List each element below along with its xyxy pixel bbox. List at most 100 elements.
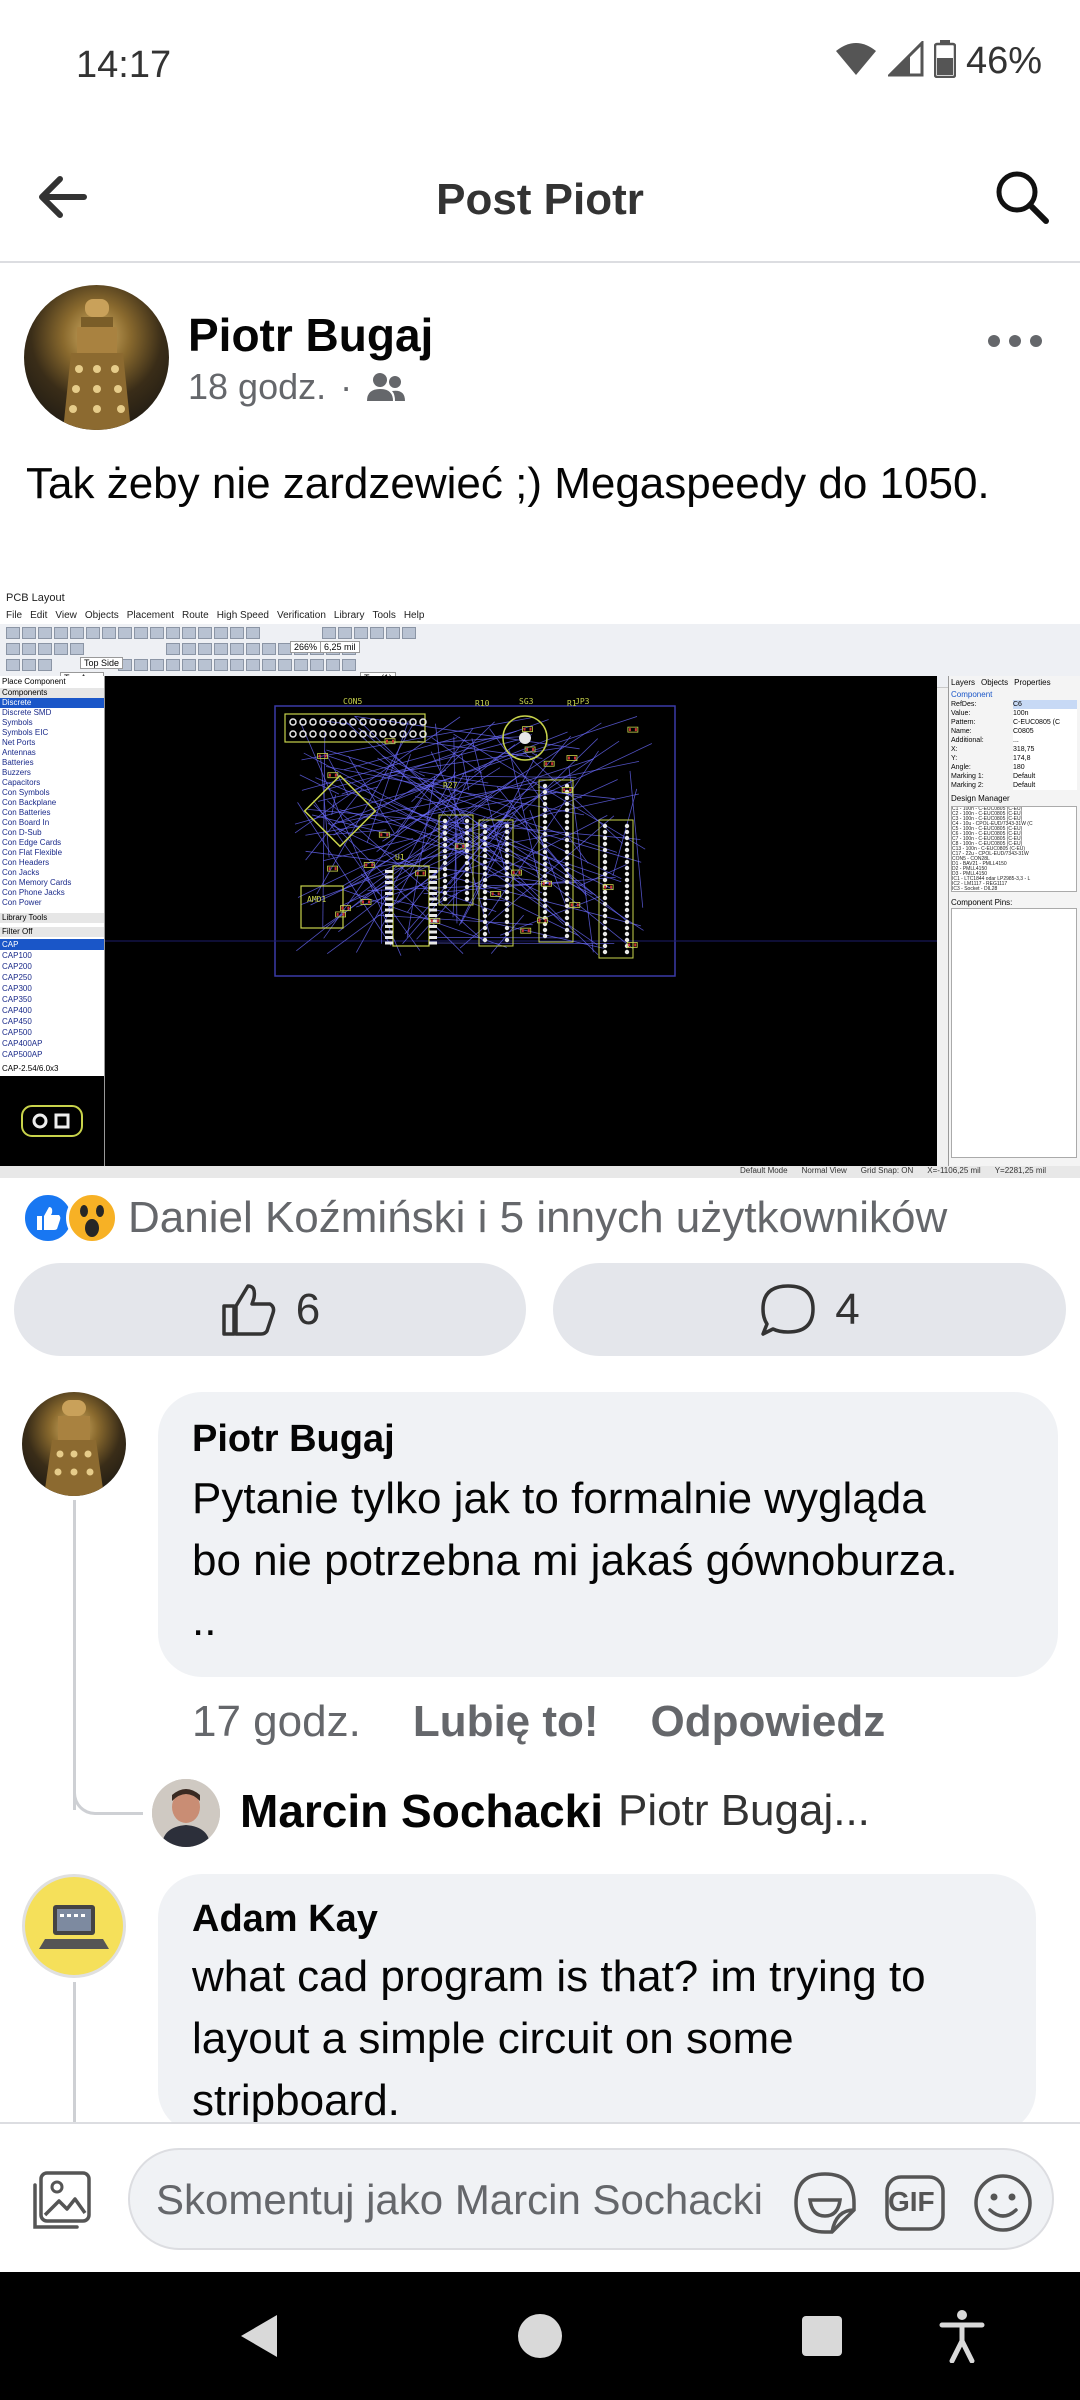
comment-time[interactable]: 17 godz.	[192, 1697, 361, 1747]
smd-pad	[497, 892, 500, 896]
accessibility-icon	[939, 2310, 985, 2363]
pcb-canvas: CON5 R10 SG3 R1 JP3 U1 AMD1 R27	[105, 676, 937, 1166]
smd-pad	[634, 728, 637, 732]
nav-recents-button[interactable]	[792, 2306, 852, 2366]
pad	[442, 896, 448, 902]
pad	[564, 915, 570, 921]
toolbar-button	[214, 659, 228, 671]
cap-item: CAP400AP	[2, 1039, 43, 1048]
comment-like-action[interactable]: Lubię to!	[413, 1697, 599, 1747]
smd-pad	[532, 747, 535, 751]
pad	[399, 718, 407, 726]
filter-select: Filter Off	[0, 927, 104, 937]
comment-avatar[interactable]	[22, 1392, 126, 1496]
pad	[624, 937, 630, 943]
toolbar-button	[310, 659, 324, 671]
toolbar-button	[246, 643, 260, 655]
smd-pad	[385, 908, 393, 912]
nav-back-button[interactable]	[228, 2306, 288, 2366]
pcb-statusbar: Default Mode Normal View Grid Snap: ON X=-1…	[0, 1166, 1080, 1178]
comment-avatar[interactable]	[22, 1874, 126, 1978]
comment-input[interactable]: Skomentuj jako Marcin Sochacki GIF	[128, 2148, 1054, 2250]
smd-pad	[518, 871, 521, 875]
smd-pad	[328, 867, 331, 871]
more-options-button[interactable]	[980, 316, 1050, 366]
sticker-button[interactable]	[792, 2170, 858, 2236]
comment-author[interactable]: Adam Kay	[192, 1898, 378, 1941]
pad	[442, 854, 448, 860]
photo-button[interactable]	[26, 2164, 98, 2236]
pad	[602, 847, 608, 853]
pad	[504, 913, 510, 919]
component-pins-list	[951, 908, 1077, 1158]
reply-preview-text[interactable]: Piotr Bugaj...	[618, 1786, 870, 1836]
pad	[564, 825, 570, 831]
pad	[542, 903, 548, 909]
property-value: Default	[1013, 772, 1077, 781]
footprint-preview	[0, 1076, 104, 1166]
smd-pad	[563, 788, 566, 792]
comment-reply-action[interactable]: Odpowiedz	[651, 1697, 886, 1747]
property-key: Angle:	[951, 764, 971, 771]
reactions-summary[interactable]: Daniel Koźmiński i 5 innych użytkowników	[22, 1190, 947, 1246]
component-type-item: Discrete SMD	[2, 708, 52, 717]
pad	[624, 853, 630, 859]
smd-pad	[610, 885, 613, 889]
like-button[interactable]: 6	[14, 1263, 526, 1356]
pad	[482, 847, 488, 853]
emoji-button[interactable]	[970, 2170, 1036, 2236]
smd-pad	[429, 875, 437, 879]
pad	[542, 855, 548, 861]
pad	[564, 861, 570, 867]
app-header: Post Piotr	[0, 135, 1080, 263]
smd-pad	[512, 871, 515, 875]
reply-avatar[interactable]	[152, 1779, 220, 1847]
pad	[464, 866, 470, 872]
system-nav-bar	[0, 2272, 1080, 2400]
comment-bubble[interactable]: Adam Kay what cad program is that? im tr…	[158, 1874, 1036, 2134]
board-label: R10	[475, 699, 490, 708]
more-dots-icon	[988, 335, 1042, 347]
comment-button[interactable]: 4	[553, 1263, 1066, 1356]
pad	[602, 865, 608, 871]
component-type-item: Con Batteries	[2, 808, 51, 817]
pad	[504, 871, 510, 877]
pad	[564, 885, 570, 891]
toolbar-button	[182, 627, 196, 639]
comment-bubble[interactable]: Piotr Bugaj Pytanie tylko jak to formaln…	[158, 1392, 1058, 1677]
toolbar-button	[150, 659, 164, 671]
component-type-item: Batteries	[2, 758, 34, 767]
smd-pad	[385, 925, 393, 928]
smd-pad	[634, 943, 637, 947]
comment-author[interactable]: Piotr Bugaj	[192, 1418, 395, 1461]
pad	[482, 937, 488, 943]
pad	[482, 883, 488, 889]
cap-item: CAP250	[2, 973, 32, 982]
pad	[564, 891, 570, 897]
component-type-item: Con Flat Flexible	[2, 848, 63, 857]
cap-item: CAP450	[2, 1017, 32, 1026]
pad	[624, 859, 630, 865]
square-recents-icon	[802, 2316, 842, 2356]
pad	[624, 841, 630, 847]
nav-home-button[interactable]	[510, 2306, 570, 2366]
post-time[interactable]: 18 godz.	[188, 366, 326, 408]
reply-author[interactable]: Marcin Sochacki	[240, 1784, 603, 1838]
pad	[542, 831, 548, 837]
gif-button[interactable]: GIF	[882, 2170, 948, 2236]
pad	[564, 819, 570, 825]
pad	[602, 913, 608, 919]
post-author-name[interactable]: Piotr Bugaj	[188, 308, 433, 362]
properties-tab: Properties	[1014, 678, 1051, 687]
place-component-panel: Place Component Components Discrete Discr…	[0, 676, 105, 1166]
post-image[interactable]: PCB Layout File Edit View Objects Placement R…	[0, 588, 1080, 1178]
property-key: Pattern:	[951, 719, 976, 726]
property-value: C-EUC0805 (C	[1013, 718, 1077, 727]
smd-pad	[334, 773, 337, 777]
author-avatar[interactable]	[24, 285, 169, 430]
smd-pad	[430, 919, 433, 923]
search-button[interactable]	[988, 163, 1056, 231]
pad	[624, 949, 630, 955]
accessibility-button[interactable]	[932, 2306, 992, 2366]
pad	[564, 927, 570, 933]
